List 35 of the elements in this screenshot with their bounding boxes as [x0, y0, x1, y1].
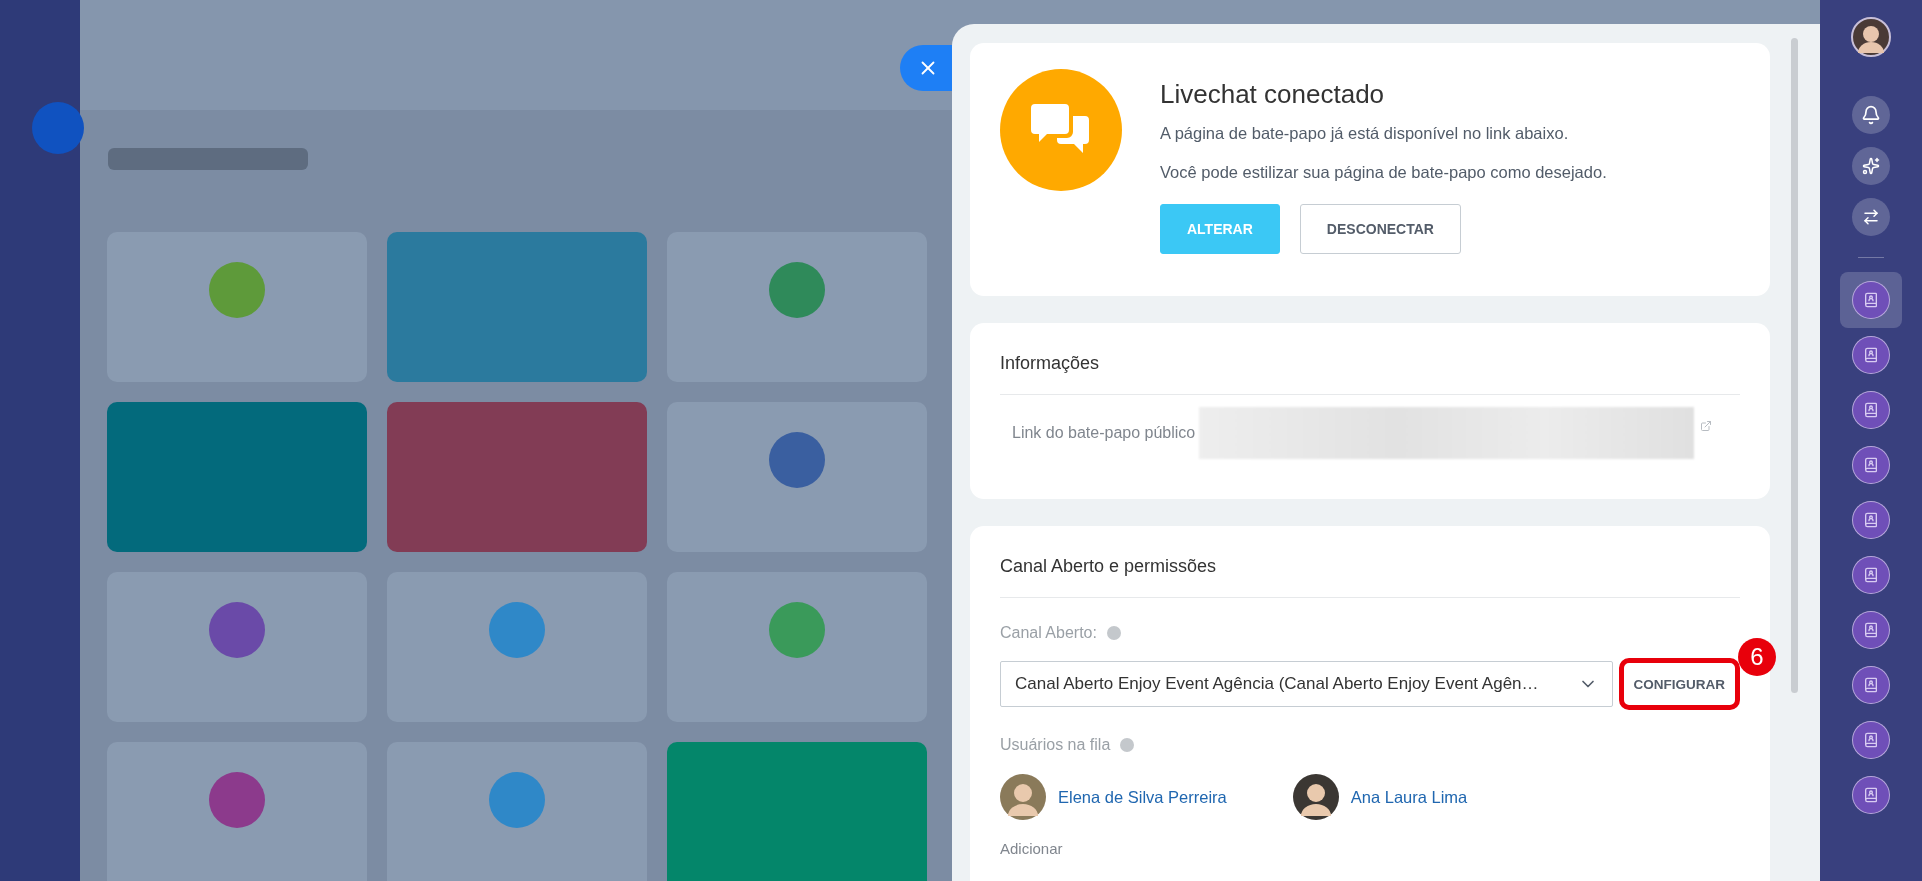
step-number: 6	[1738, 638, 1776, 676]
configure-button[interactable]: CONFIGURAR	[1618, 658, 1740, 710]
contact-book-icon	[1863, 622, 1879, 638]
contact-book-icon	[1863, 732, 1879, 748]
status-text: A página de bate-papo já está disponível no link abaixo.	[1160, 124, 1570, 143]
user-avatar	[1000, 774, 1046, 820]
contact-book-icon	[1863, 787, 1879, 803]
user-link[interactable]: Elena de Silva Perreira	[1058, 787, 1227, 807]
scrollbar-thumb[interactable]	[1791, 38, 1798, 693]
link-label: Link do bate-papo público	[1012, 424, 1196, 442]
profile-avatar[interactable]	[1851, 17, 1891, 57]
contact-book-icon	[1863, 347, 1879, 363]
contact-book-tab[interactable]	[1840, 272, 1902, 328]
contact-book-icon	[1863, 292, 1879, 308]
section-title: Informações	[1000, 323, 1740, 395]
section-title: Canal Aberto e permissões	[1000, 526, 1740, 598]
sparkles-icon[interactable]	[1852, 147, 1890, 185]
user-link[interactable]: Ana Laura Lima	[1350, 787, 1468, 807]
status-title: Livechat conectado	[1160, 79, 1386, 110]
field-label: Usuários na fila	[1000, 736, 1111, 754]
contact-book-icon	[1863, 512, 1879, 528]
disconnect-button[interactable]: DESCONECTAR	[1299, 204, 1461, 254]
contact-book-icon	[1863, 402, 1879, 418]
field-label: Canal Aberto:	[1000, 624, 1097, 642]
contact-book-icon	[1863, 567, 1879, 583]
close-button[interactable]	[900, 45, 952, 91]
status-text: Você pode estilizar sua página de bate-papo como desejado.	[1160, 163, 1607, 182]
user-avatar	[1292, 774, 1339, 820]
field-label: Adicionar	[1000, 840, 1064, 857]
swap-arrows-icon[interactable]	[1852, 198, 1890, 236]
contact-book-icon	[1863, 457, 1879, 473]
contact-book-icon	[1863, 677, 1879, 693]
channel-select[interactable]: Canal Aberto Enjoy Event Agência (Canal Aberto Enjoy Event Agên…	[1000, 661, 1613, 707]
blurred-menu-dot	[32, 102, 84, 154]
bell-icon[interactable]	[1852, 96, 1890, 134]
